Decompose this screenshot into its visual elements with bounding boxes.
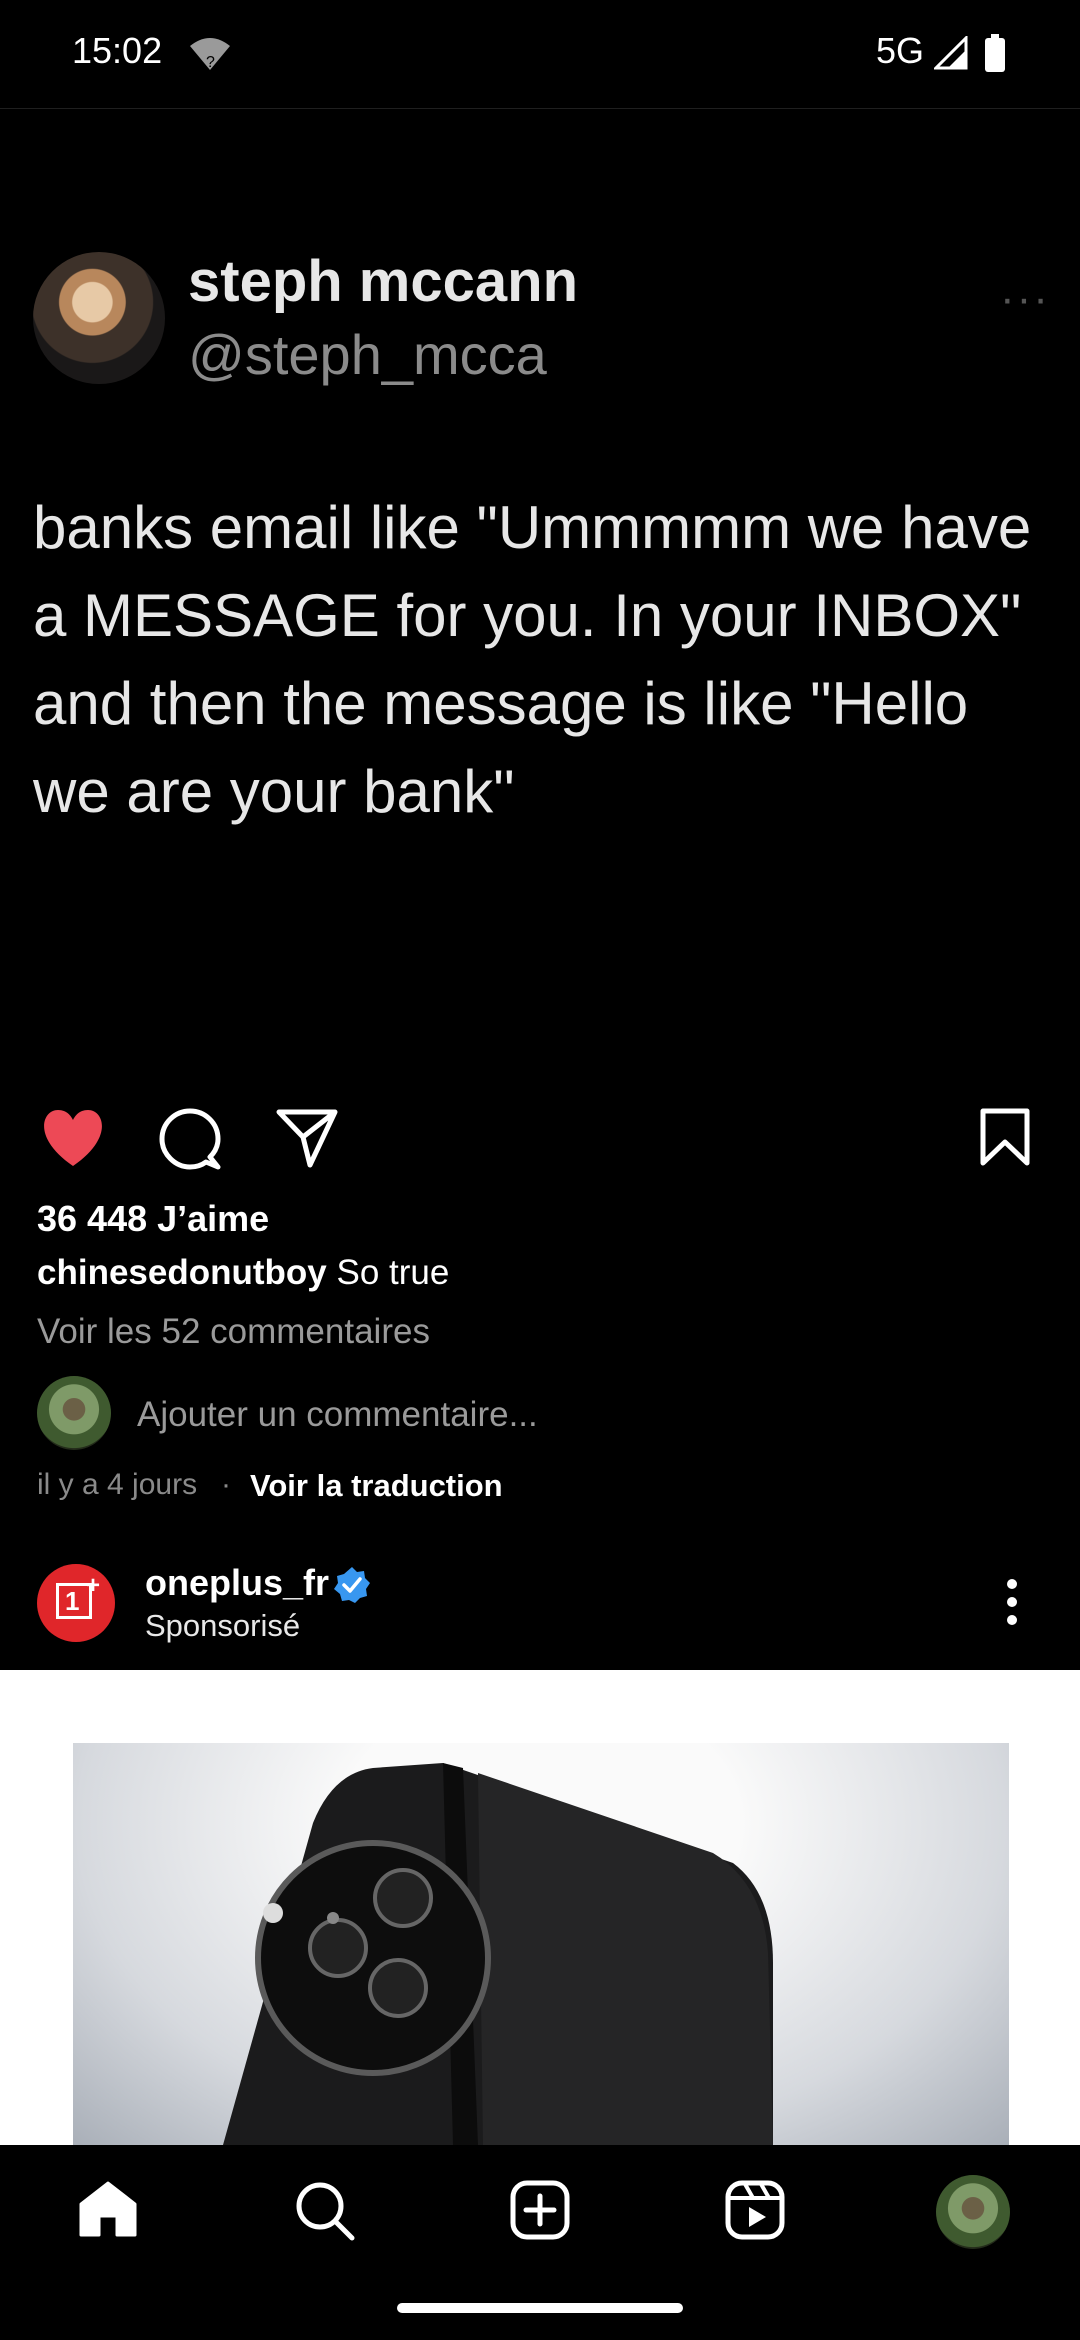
svg-text:?: ? <box>206 54 215 71</box>
view-comments-link[interactable]: Voir les 52 commentaires <box>37 1312 430 1352</box>
see-translation-link[interactable]: Voir la traduction <box>250 1468 503 1504</box>
save-bookmark-icon[interactable] <box>980 1108 1030 1166</box>
post-caption: chinesedonutboy So true <box>37 1253 449 1293</box>
likes-count[interactable]: 36 448 J’aime <box>37 1198 269 1240</box>
add-comment-input[interactable]: Ajouter un commentaire... <box>137 1395 538 1435</box>
share-send-icon[interactable] <box>276 1108 338 1168</box>
separator-dot: · <box>221 1468 231 1501</box>
home-icon[interactable] <box>78 2180 138 2238</box>
more-options-icon[interactable] <box>1006 1578 1018 1626</box>
current-user-avatar <box>37 1376 111 1450</box>
signal-icon <box>934 36 968 70</box>
status-time: 15:02 <box>72 30 163 71</box>
caption-text: So true <box>326 1253 450 1292</box>
ad-account-name[interactable]: oneplus_fr <box>145 1562 329 1604</box>
caption-username[interactable]: chinesedonutboy <box>37 1253 327 1292</box>
tweet-more-icon: ··· <box>1000 274 1050 323</box>
gesture-home-bar[interactable] <box>397 2303 683 2313</box>
profile-avatar[interactable] <box>936 2175 1010 2249</box>
battery-icon <box>985 34 1005 72</box>
verified-badge-icon <box>334 1567 370 1603</box>
oneplus-logo-avatar[interactable]: 1 + <box>37 1564 115 1642</box>
like-heart-icon[interactable] <box>40 1108 106 1168</box>
create-icon[interactable] <box>510 2180 570 2240</box>
search-icon[interactable] <box>294 2180 356 2242</box>
network-type: 5G <box>876 30 925 71</box>
status-bar: 15:02 ? 5G <box>0 0 1080 109</box>
sponsored-label: Sponsorisé <box>145 1608 301 1643</box>
comment-icon[interactable] <box>158 1107 222 1171</box>
tweet-author-handle: @steph_mcca <box>188 323 547 386</box>
tweet-author-name: steph mccann <box>188 249 578 314</box>
reels-icon[interactable] <box>725 2180 785 2240</box>
phone-illustration <box>223 1763 773 2145</box>
tweet-author-avatar[interactable] <box>33 252 165 384</box>
wifi-icon: ? <box>190 38 230 71</box>
post-time: il y a 4 jours <box>37 1468 198 1501</box>
tweet-text: banks email like "Ummmmm we have a MESSA… <box>33 494 1032 825</box>
ad-product-image[interactable] <box>73 1743 1009 2145</box>
